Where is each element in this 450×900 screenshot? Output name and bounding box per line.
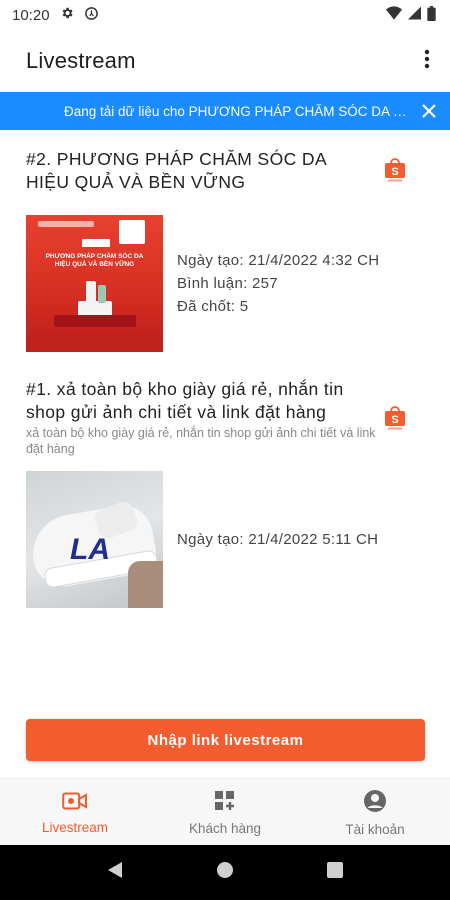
status-right	[386, 5, 436, 25]
shopee-icon: S	[384, 156, 406, 187]
livestream-title: #1. xả toàn bộ kho giày giá rẻ, nhắn tin…	[26, 379, 344, 422]
livestream-thumbnail: PHƯƠNG PHÁP CHĂM SÓC DA HIỆU QUẢ VÀ BỀN …	[26, 215, 163, 352]
created-date: Ngày tạo: 21/4/2022 4:32 CH	[177, 252, 380, 269]
livestream-subtitle: xả toàn bộ kho giày giá rẻ, nhắn tin sho…	[26, 426, 376, 456]
close-icon[interactable]	[410, 98, 436, 124]
bottom-nav: Livestream Khách hàng Tài khoản	[0, 778, 450, 846]
status-left: 10:20	[12, 6, 99, 25]
thumbnail-logo: LA	[70, 533, 110, 566]
nav-item-livestream[interactable]: Livestream	[0, 779, 150, 846]
livestream-title: #2. PHƯƠNG PHÁP CHĂM SÓC DA HIỆU QUẢ VÀ …	[26, 149, 327, 192]
banner-text: Đang tải dữ liệu cho PHƯƠNG PHÁP CHĂM SÓ…	[64, 103, 410, 119]
settings-icon	[60, 6, 74, 24]
grid-add-icon	[214, 790, 236, 815]
status-bar: 10:20	[0, 0, 450, 30]
page-title: Livestream	[26, 48, 136, 73]
livestream-meta: Ngày tạo: 21/4/2022 5:11 CH	[177, 528, 378, 551]
status-time: 10:20	[12, 6, 50, 24]
loading-banner: Đang tải dữ liệu cho PHƯƠNG PHÁP CHĂM SÓ…	[0, 92, 450, 130]
nav-item-customers[interactable]: Khách hàng	[150, 779, 300, 846]
battery-icon	[427, 5, 436, 25]
created-date: Ngày tạo: 21/4/2022 5:11 CH	[177, 531, 379, 548]
livestream-body: LA Ngày tạo: 21/4/2022 5:11 CH	[26, 471, 424, 608]
nav-label: Livestream	[41, 819, 109, 835]
livestream-list: #2. PHƯƠNG PHÁP CHĂM SÓC DA HIỆU QUẢ VÀ …	[0, 130, 450, 608]
system-nav-bar	[0, 845, 450, 900]
livestream-card[interactable]: #1. xả toàn bộ kho giày giá rẻ, nhắn tin…	[0, 352, 450, 608]
home-icon[interactable]	[216, 861, 234, 884]
account-circle-icon	[363, 789, 387, 816]
more-vert-icon[interactable]	[422, 45, 432, 78]
comment-count: Bình luận: 257	[177, 275, 278, 292]
data-saver-icon	[84, 6, 99, 25]
recents-icon[interactable]	[327, 862, 344, 883]
svg-text:S: S	[391, 166, 398, 178]
livestream-meta: Ngày tạo: 21/4/2022 4:32 CH Bình luận: 2…	[177, 249, 379, 318]
livestream-body: PHƯƠNG PHÁP CHĂM SÓC DA HIỆU QUẢ VÀ BỀN …	[26, 215, 424, 352]
app-bar: Livestream	[0, 30, 450, 92]
back-icon[interactable]	[107, 861, 123, 884]
add-livestream-link-button[interactable]: Nhập link livestream	[26, 719, 425, 761]
livestream-thumbnail: LA	[26, 471, 163, 608]
svg-text:S: S	[391, 414, 398, 426]
video-camera-icon	[62, 791, 88, 814]
shopee-icon: S	[384, 404, 406, 435]
livestream-card[interactable]: #2. PHƯƠNG PHÁP CHĂM SÓC DA HIỆU QUẢ VÀ …	[0, 130, 450, 352]
nav-label: Khách hàng	[188, 820, 262, 836]
closed-count: Đã chốt: 5	[177, 298, 249, 315]
thumbnail-caption: PHƯƠNG PHÁP CHĂM SÓC DA HIỆU QUẢ VÀ BỀN …	[45, 253, 144, 268]
nav-label: Tài khoản	[345, 821, 405, 837]
nav-item-account[interactable]: Tài khoản	[300, 779, 450, 846]
signal-icon	[408, 6, 421, 24]
wifi-icon	[386, 6, 402, 24]
